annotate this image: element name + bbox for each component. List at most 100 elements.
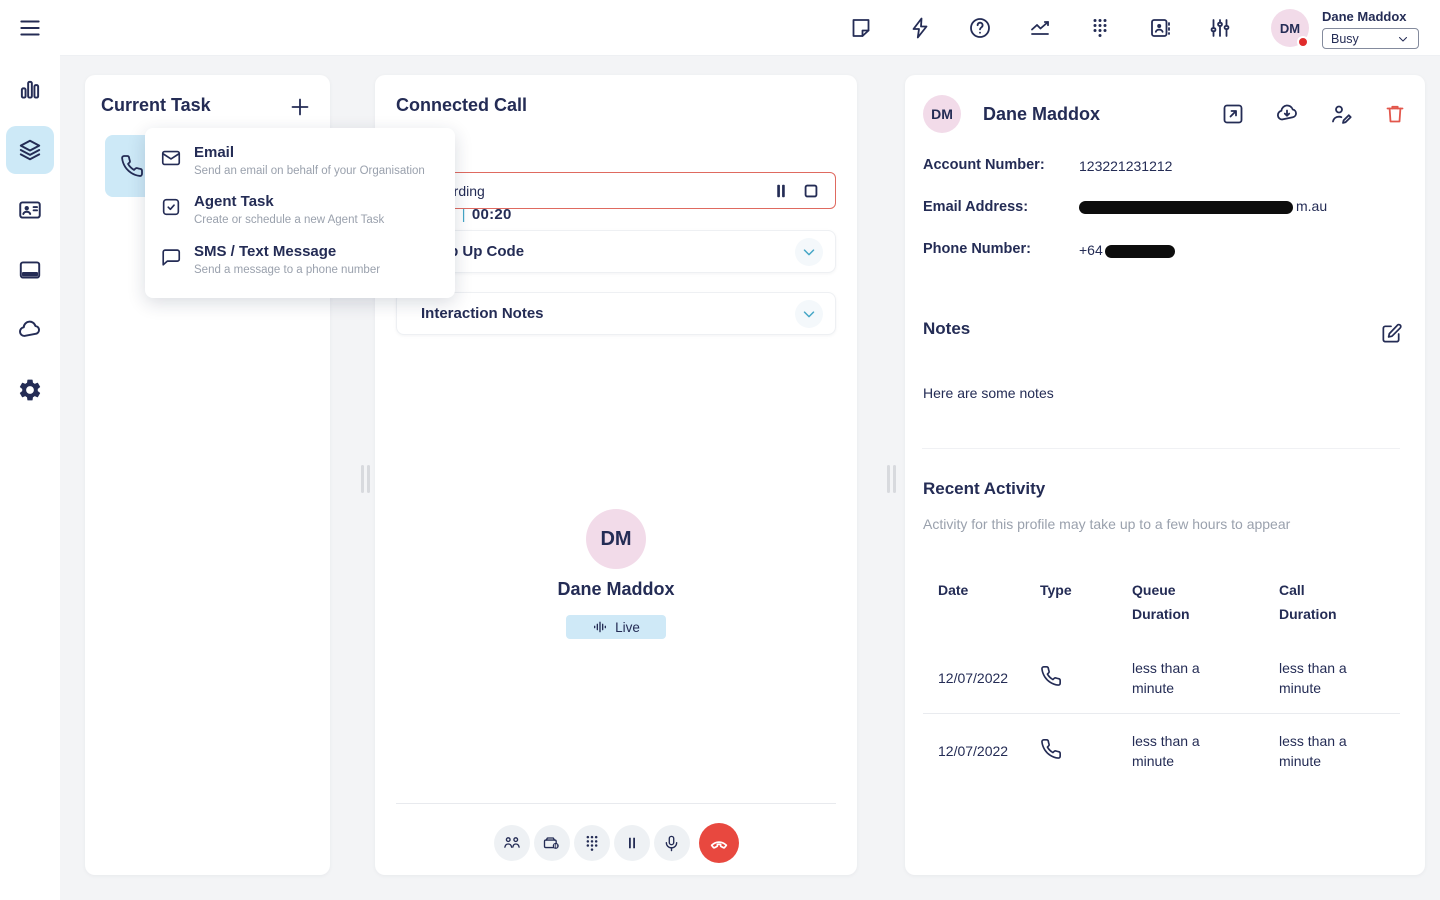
new-task-menu: Email Send an email on behalf of your Or… <box>145 128 455 298</box>
controls-divider <box>396 803 836 804</box>
panel-resize-handle[interactable] <box>887 465 896 493</box>
menu-item-agent-task[interactable]: Agent Task Create or schedule a new Agen… <box>145 186 455 235</box>
caller-avatar: DM <box>586 509 646 569</box>
phone-value: +64 <box>1079 242 1175 258</box>
activity-date: 12/07/2022 <box>938 658 1038 699</box>
redaction-bar <box>1105 245 1175 258</box>
open-external-button[interactable] <box>1221 102 1245 126</box>
queue-duration-value: less than a minute <box>1132 658 1232 699</box>
status-dot <box>1297 36 1309 48</box>
wrap-up-code-accordion[interactable]: Wrap Up Code <box>396 230 836 273</box>
hold-call-button[interactable] <box>614 825 650 861</box>
profile-actions <box>1221 102 1407 126</box>
hamburger-menu-icon[interactable] <box>17 15 43 41</box>
mute-microphone-button[interactable] <box>654 825 690 861</box>
edit-notes-button[interactable] <box>1380 322 1403 345</box>
menu-item-description: Create or schedule a new Agent Task <box>194 212 384 229</box>
window-icon <box>17 257 43 283</box>
end-call-button[interactable] <box>699 823 739 863</box>
notes-title: Notes <box>923 319 970 339</box>
sidebar-item-stats[interactable] <box>6 66 54 114</box>
phone-icon <box>120 154 144 178</box>
caller-name: Dane Maddox <box>375 579 857 600</box>
column-header-type: Type <box>1040 579 1125 627</box>
profile-header: DM Dane Maddox <box>923 94 1407 134</box>
account-number-label: Account Number: <box>923 157 1045 173</box>
connected-call-title: Connected Call <box>396 95 527 116</box>
sidebar-item-contacts[interactable] <box>6 186 54 234</box>
email-row: Email Address: <box>923 199 1028 215</box>
stop-recording-button[interactable] <box>801 181 821 201</box>
profile-avatar: DM <box>923 95 961 133</box>
envelope-icon <box>160 147 182 169</box>
live-label: Live <box>615 620 640 635</box>
gear-icon <box>17 377 43 403</box>
dialpad-button[interactable] <box>574 825 610 861</box>
email-visible-suffix: m.au <box>1296 198 1327 214</box>
email-value: m.au <box>1079 198 1327 214</box>
panel-resize-handle[interactable] <box>361 465 370 493</box>
menu-item-description: Send a message to a phone number <box>194 262 380 279</box>
add-task-button[interactable] <box>288 95 312 119</box>
menu-item-label: Agent Task <box>194 193 384 212</box>
directory-icon[interactable] <box>1148 16 1172 40</box>
waveform-icon <box>592 619 608 635</box>
sidebar-item-tasks[interactable] <box>6 126 54 174</box>
phone-row: Phone Number: <box>923 241 1031 257</box>
recording-control-button[interactable] <box>534 825 570 861</box>
analytics-icon[interactable] <box>1028 16 1052 40</box>
menu-item-email[interactable]: Email Send an email on behalf of your Or… <box>145 137 455 186</box>
live-badge: Live <box>566 615 666 639</box>
call-duration-value: less than a minute <box>1279 658 1379 699</box>
download-profile-button[interactable] <box>1275 102 1299 126</box>
help-icon[interactable] <box>968 16 992 40</box>
current-task-title: Current Task <box>101 95 211 116</box>
activity-table-header: Date Type Queue Duration Call Duration <box>938 579 1400 627</box>
status-select[interactable]: Busy <box>1322 28 1419 49</box>
edit-contact-button[interactable] <box>1329 102 1353 126</box>
column-header-queue-duration: Queue Duration <box>1132 579 1217 627</box>
account-number-value: 123221231212 <box>1079 158 1172 174</box>
bar-chart-icon <box>17 77 43 103</box>
interaction-notes-label: Interaction Notes <box>421 305 544 322</box>
notes-content: Here are some notes <box>923 385 1054 401</box>
pause-recording-button[interactable] <box>771 181 791 201</box>
column-header-date: Date <box>938 579 1023 627</box>
id-card-icon <box>17 197 43 223</box>
customer-profile-panel: DM Dane Maddox Account Number: 1232212 <box>905 75 1425 875</box>
preferences-sliders-icon[interactable] <box>1208 16 1232 40</box>
layers-icon <box>17 137 43 163</box>
sidebar-item-cloud[interactable] <box>6 306 54 354</box>
interaction-notes-accordion[interactable]: Interaction Notes <box>396 292 836 335</box>
notes-icon[interactable] <box>849 16 873 40</box>
left-sidebar <box>0 0 60 900</box>
transfer-call-button[interactable] <box>494 825 530 861</box>
chevron-down-icon[interactable] <box>795 238 823 266</box>
redaction-bar <box>1079 201 1293 214</box>
table-row: 12/07/2022 less than a minute less than … <box>938 731 1400 772</box>
quick-actions-icon[interactable] <box>908 16 932 40</box>
chat-bubble-icon <box>160 246 182 268</box>
column-header-call-duration: Call Duration <box>1279 579 1364 627</box>
checkbox-icon <box>160 196 182 218</box>
chevron-down-icon[interactable] <box>795 300 823 328</box>
recent-activity-hint: Activity for this profile may take up to… <box>923 516 1290 532</box>
phone-label: Phone Number: <box>923 241 1031 257</box>
menu-item-description: Send an email on behalf of your Organisa… <box>194 163 425 180</box>
delete-profile-button[interactable] <box>1383 102 1407 126</box>
dialpad-icon[interactable] <box>1088 16 1112 40</box>
cloud-icon <box>17 317 43 343</box>
recording-bar: Recording <box>396 172 836 209</box>
phone-call-type-icon <box>1040 731 1132 772</box>
section-divider <box>922 448 1400 449</box>
menu-item-label: Email <box>194 144 425 163</box>
email-label: Email Address: <box>923 199 1028 215</box>
sidebar-item-workspace[interactable] <box>6 246 54 294</box>
phone-visible-prefix: +64 <box>1079 242 1103 258</box>
chevron-down-icon <box>1396 32 1410 46</box>
activity-date: 12/07/2022 <box>938 731 1038 772</box>
menu-item-sms[interactable]: SMS / Text Message Send a message to a p… <box>145 236 455 285</box>
agent-workspace: DM Dane Maddox Busy Current Task Connect… <box>0 0 1440 900</box>
call-controls <box>375 823 857 863</box>
sidebar-item-settings[interactable] <box>6 366 54 414</box>
